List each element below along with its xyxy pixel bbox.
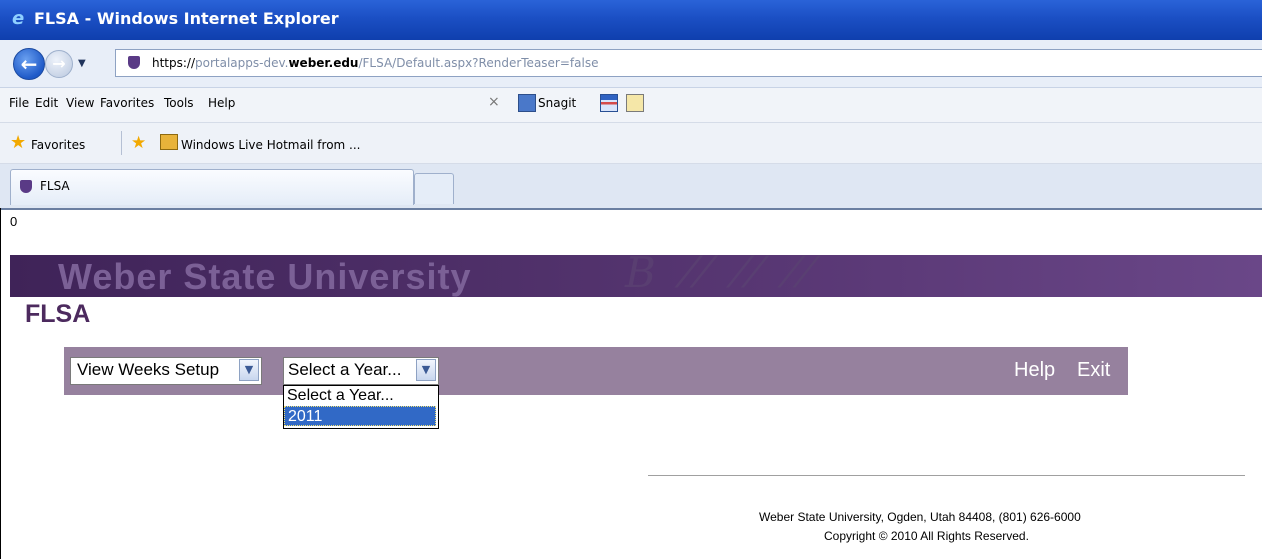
site-shield-icon	[128, 56, 140, 69]
tab-shield-icon	[20, 180, 32, 193]
page-title: FLSA	[25, 300, 91, 328]
banner-title: Weber State University	[58, 256, 472, 297]
favorites-star-icon[interactable]: ★	[10, 134, 26, 152]
menu-favorites[interactable]: Favorites	[100, 96, 154, 110]
url-host-domain: weber.edu	[288, 56, 359, 70]
help-link[interactable]: Help	[1014, 359, 1055, 382]
add-to-favorites-icon[interactable]: ★	[131, 133, 146, 153]
content-border	[0, 208, 1, 559]
hotmail-icon	[160, 134, 178, 150]
menu-edit[interactable]: Edit	[35, 96, 58, 110]
menu-file[interactable]: File	[9, 96, 29, 110]
favorites-separator	[121, 131, 122, 155]
back-arrow-icon: ←	[20, 52, 38, 76]
new-tab-button[interactable]	[414, 173, 454, 204]
seal-watermark-icon: B ⁄⁄ ⁄⁄ ⁄⁄	[625, 248, 818, 297]
footer-copyright: Copyright © 2010 All Rights Reserved.	[824, 529, 1029, 543]
year-select-value: Select a Year...	[288, 360, 402, 379]
edit-image-icon[interactable]	[626, 94, 644, 112]
ie-logo-icon: e	[12, 8, 25, 29]
year-option[interactable]: Select a Year...	[284, 386, 436, 406]
snagit-button[interactable]: Snagit	[538, 96, 576, 110]
view-select-chevron-down-icon[interactable]: ▼	[239, 359, 259, 381]
favorite-link-hotmail[interactable]: Windows Live Hotmail from ...	[181, 138, 360, 152]
menu-view[interactable]: View	[66, 96, 94, 110]
forward-arrow-icon: →	[52, 54, 66, 73]
debug-output: 0	[10, 214, 18, 229]
back-button[interactable]: ←	[13, 48, 45, 80]
tab-flsa[interactable]	[10, 169, 414, 205]
window-title: FLSA - Windows Internet Explorer	[34, 9, 339, 28]
url-scheme: https://	[152, 56, 196, 70]
year-option-selected[interactable]: 2011	[284, 406, 436, 426]
favorites-button[interactable]: Favorites	[31, 138, 85, 152]
year-select-chevron-down-icon[interactable]: ▼	[416, 359, 436, 381]
forward-button[interactable]: →	[45, 50, 73, 78]
url-host-prefix: portalapps-dev.	[195, 56, 289, 70]
footer-address: Weber State University, Ogden, Utah 8440…	[759, 510, 1081, 524]
capture-menu-icon[interactable]	[600, 94, 618, 112]
address-url[interactable]: https://portalapps-dev.weber.edu/FLSA/De…	[152, 56, 598, 70]
exit-link[interactable]: Exit	[1077, 359, 1110, 382]
tab-label: FLSA	[40, 179, 70, 193]
footer-divider	[648, 475, 1245, 476]
menu-tools[interactable]: Tools	[164, 96, 194, 110]
menu-help[interactable]: Help	[208, 96, 235, 110]
toolbar-close-icon[interactable]: ×	[488, 94, 500, 110]
view-select-value: View Weeks Setup	[77, 360, 220, 379]
snagit-icon[interactable]	[518, 94, 536, 112]
recent-pages-chevron-icon[interactable]: ▼	[78, 58, 86, 69]
url-path: /FLSA/Default.aspx?RenderTeaser=false	[358, 56, 599, 70]
